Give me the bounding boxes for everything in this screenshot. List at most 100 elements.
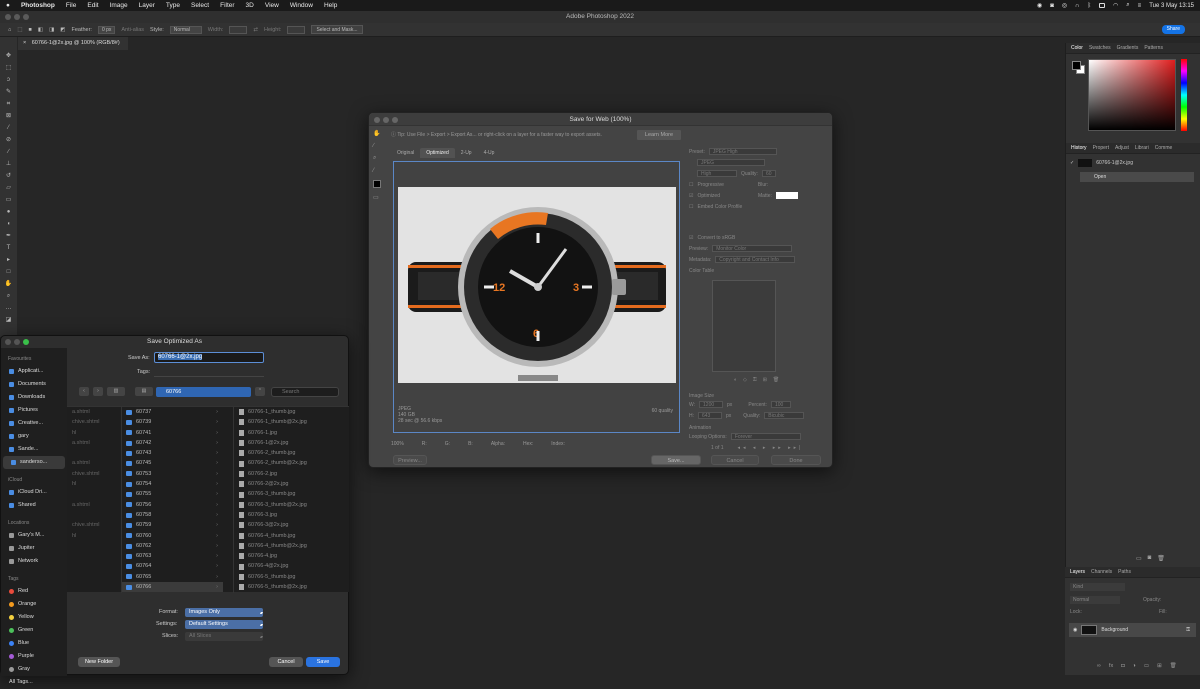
menu-photoshop[interactable]: Photoshop — [21, 2, 55, 9]
folder-row[interactable]: 60766 › — [122, 582, 223, 593]
folder-row[interactable]: 60765 › — [122, 572, 223, 582]
trash-icon[interactable]: 🗑 — [1157, 555, 1165, 562]
zoom-dialog-button[interactable] — [392, 117, 398, 123]
folder-row[interactable]: 60763 › — [122, 551, 223, 561]
select-and-mask-button[interactable]: Select and Mask... — [311, 25, 363, 34]
home-icon[interactable]: ⌂ — [8, 27, 11, 33]
location-select[interactable]: 60766 — [156, 387, 251, 397]
tab-properties[interactable]: Propert — [1093, 145, 1109, 151]
gradient-tool-icon[interactable]: ▭ — [5, 197, 13, 204]
layer-row-background[interactable]: ◉ Background ⚿ — [1069, 623, 1196, 637]
expand-button[interactable]: ⌃ — [255, 387, 265, 396]
sidebar-tag-item[interactable]: All Tags... — [1, 676, 67, 689]
eye-icon[interactable]: ◉ — [1073, 627, 1077, 633]
clone-stamp-tool-icon[interactable]: ⊥ — [5, 161, 13, 168]
tab-2-up[interactable]: 2-Up — [455, 148, 478, 158]
tab-channels[interactable]: Channels — [1091, 569, 1112, 575]
healing-brush-tool-icon[interactable]: ⊘ — [5, 137, 13, 144]
tab-original[interactable]: Original — [391, 148, 420, 158]
menu-layer[interactable]: Layer — [139, 2, 155, 9]
sidebar-item-gary[interactable]: gary — [1, 430, 67, 443]
file-row[interactable]: 60766-5_thumb@2x.jpg — [234, 582, 345, 592]
preset-select[interactable]: JPEG High — [708, 148, 777, 155]
sidebar-tag-item[interactable]: Purple — [1, 650, 67, 663]
zoom-dialog-button[interactable] — [23, 339, 29, 345]
frame-tool-icon[interactable]: ⊠ — [5, 113, 13, 120]
file-row[interactable]: chive.shtml — [67, 417, 115, 427]
menu-window[interactable]: Window — [290, 2, 313, 9]
lasso-tool-icon[interactable]: ↄ — [5, 77, 13, 84]
sidebar-tag-item[interactable]: Yellow — [1, 611, 67, 624]
eyedropper-tool-icon[interactable]: ⁄ — [373, 168, 381, 174]
file-row[interactable]: a.shtml — [67, 458, 115, 468]
minimize-dialog-button[interactable] — [14, 339, 20, 345]
quick-select-tool-icon[interactable]: ✎ — [5, 89, 13, 96]
file-row[interactable]: 60766-3_thumb@2x.jpg — [234, 500, 345, 510]
document-tab[interactable]: × 60766-1@2x.jpg @ 100% (RGB/8#) — [18, 37, 128, 50]
foreground-color-swatch[interactable] — [1072, 61, 1081, 70]
folder-row[interactable]: 60764 › — [122, 561, 223, 571]
menu-edit[interactable]: Edit — [87, 2, 98, 9]
percent-input[interactable]: 100 — [770, 401, 791, 408]
tab-optimized[interactable]: Optimized — [420, 148, 455, 158]
file-row[interactable]: 60766-1@2x.jpg — [234, 438, 345, 448]
folder-row[interactable]: 60755 › — [122, 489, 223, 499]
height-input[interactable]: 643 — [698, 412, 722, 419]
preview-button[interactable]: Preview... — [393, 455, 427, 465]
control-center-icon[interactable]: ≡ — [1138, 3, 1142, 9]
tab-swatches[interactable]: Swatches — [1089, 45, 1111, 51]
sidebar-item-network[interactable]: Network — [1, 555, 67, 568]
folder-row[interactable]: 60743 › — [122, 448, 223, 458]
file-row[interactable]: hl — [67, 531, 115, 541]
map-color-icon[interactable]: ◐ — [734, 377, 737, 383]
tab-adjustments[interactable]: Adjust — [1115, 145, 1129, 151]
tab-paths[interactable]: Paths — [1118, 569, 1131, 575]
close-window-button[interactable] — [5, 14, 11, 20]
shift-web-icon[interactable]: ◇ — [743, 377, 747, 383]
sidebar-item-creative[interactable]: Creative... — [1, 417, 67, 430]
tab-comments[interactable]: Comme — [1155, 145, 1173, 151]
brush-tool-icon[interactable]: ∕ — [5, 149, 13, 156]
share-button[interactable]: Share — [1161, 25, 1185, 34]
save-button[interactable]: Save — [306, 657, 340, 667]
hand-tool-icon[interactable]: ✋ — [5, 281, 13, 288]
sidebar-item-jupiter[interactable]: Jupiter — [1, 542, 67, 555]
tab-color[interactable]: Color — [1071, 45, 1083, 51]
tags-input[interactable] — [154, 367, 264, 377]
convert-srgb-checkbox[interactable]: ☑ — [689, 235, 693, 241]
sidebar-item-sande[interactable]: Sande... — [1, 443, 67, 456]
file-row[interactable]: 60766-2_thumb.jpg — [234, 448, 345, 458]
folder-row[interactable]: 60760 › — [122, 531, 223, 541]
file-row[interactable]: 60766-3_thumb.jpg — [234, 489, 345, 499]
new-folder-button[interactable]: New Folder — [78, 657, 120, 667]
folder-row[interactable]: 60737 › — [122, 407, 223, 417]
file-row[interactable]: 60766-4_thumb.jpg — [234, 531, 345, 541]
file-row[interactable]: 60766-2_thumb@2x.jpg — [234, 458, 345, 468]
eyedropper-tool-icon[interactable]: ⁄ — [5, 125, 13, 132]
folder-row[interactable]: 60745 › — [122, 458, 223, 468]
file-row[interactable]: 60766-2.jpg — [234, 469, 345, 479]
minimize-window-button[interactable] — [14, 14, 20, 20]
menu-file[interactable]: File — [66, 2, 76, 9]
matte-swatch[interactable] — [775, 192, 798, 199]
file-row[interactable]: hl — [67, 479, 115, 489]
slice-select-tool-icon[interactable]: ∕ — [373, 143, 381, 149]
zoom-tool-icon[interactable]: ⌕ — [5, 293, 13, 300]
preview-select[interactable]: Monitor Color — [712, 245, 793, 252]
minimize-dialog-button[interactable] — [383, 117, 389, 123]
file-row[interactable]: chive.shtml — [67, 520, 115, 530]
sidebar-tag-item[interactable]: Blue — [1, 637, 67, 650]
file-row[interactable]: 60766-1_thumb@2x.jpg — [234, 417, 345, 427]
metadata-select[interactable]: Copyright and Contact Info — [715, 256, 796, 263]
tab-history[interactable]: History — [1071, 145, 1087, 151]
apple-icon[interactable]: ● — [6, 2, 10, 9]
hue-slider[interactable] — [1181, 59, 1187, 131]
zoom-level[interactable]: 100% — [391, 439, 404, 449]
delete-color-icon[interactable]: 🗑 — [773, 377, 779, 383]
folder-row[interactable]: 60758 › — [122, 510, 223, 520]
menu-type[interactable]: Type — [166, 2, 180, 9]
rectangle-tool-icon[interactable]: □ — [5, 269, 13, 276]
tab-libraries[interactable]: Librari — [1135, 145, 1149, 151]
folder-row[interactable]: 60742 › — [122, 438, 223, 448]
optimized-checkbox[interactable]: ☑ — [689, 193, 693, 199]
